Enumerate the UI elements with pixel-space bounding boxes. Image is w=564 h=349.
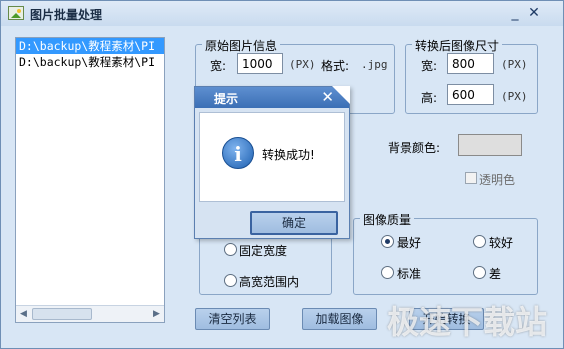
window-title: 图片批量处理 [30, 8, 103, 22]
file-list-item[interactable]: D:\backup\教程素材\PI [16, 54, 164, 70]
info-icon: i [222, 137, 254, 169]
load-image-button[interactable]: 加载图像 [302, 308, 377, 330]
app-image-icon [8, 6, 24, 20]
file-list-item[interactable]: D:\backup\教程素材\PI [16, 38, 164, 54]
quality-poor-label: 差 [489, 267, 502, 281]
original-width-field: 1000 [237, 53, 283, 74]
close-button[interactable]: ✕ [525, 4, 543, 22]
radio-within-range[interactable] [224, 274, 237, 287]
original-width-unit: (PX) [289, 58, 316, 71]
dialog-message: 转换成功! [262, 148, 315, 162]
quality-best-label: 最好 [397, 236, 422, 250]
message-dialog: 提示 ✕ i 转换成功! 确定 [194, 86, 350, 239]
minimize-button[interactable]: _ [506, 4, 524, 22]
background-color-label: 背景颜色: [388, 141, 441, 155]
dialog-body: i 转换成功! [199, 112, 345, 202]
radio-fixed-width[interactable] [224, 243, 237, 256]
radio-quality-good[interactable] [473, 235, 486, 248]
scrollbar-thumb[interactable] [32, 308, 92, 320]
within-range-label: 高宽范围内 [239, 275, 300, 289]
original-width-label: 宽: [210, 59, 227, 73]
dialog-ok-button[interactable]: 确定 [250, 211, 338, 235]
scroll-left-icon[interactable]: ◀ [16, 307, 31, 321]
transparent-checkbox[interactable] [465, 172, 477, 184]
transparent-label: 透明色 [479, 173, 516, 187]
title-bar[interactable]: 图片批量处理 _ ✕ [1, 1, 563, 26]
fixed-width-label: 固定宽度 [239, 244, 288, 258]
format-label: 格式: [321, 59, 350, 73]
dialog-title: 提示 [214, 92, 239, 106]
radio-quality-best[interactable] [381, 235, 394, 248]
format-value: .jpg [361, 58, 388, 71]
file-list[interactable]: D:\backup\教程素材\PI D:\backup\教程素材\PI ◀ ▶ [15, 37, 165, 323]
original-info-title: 原始图片信息 [202, 37, 281, 54]
resize-height-unit: (PX) [501, 90, 528, 103]
clear-list-button[interactable]: 清空列表 [195, 308, 270, 330]
resize-width-input[interactable]: 800 [447, 53, 494, 74]
quality-group-title: 图像质量 [360, 211, 415, 228]
quality-good-label: 较好 [489, 236, 514, 250]
resize-group-title: 转换后图像尺寸 [412, 37, 503, 54]
radio-quality-poor[interactable] [473, 266, 486, 279]
quality-group: 图像质量 [353, 211, 538, 295]
resize-width-label: 宽: [421, 59, 438, 73]
scroll-right-icon[interactable]: ▶ [149, 307, 164, 321]
resize-height-input[interactable]: 600 [447, 84, 494, 105]
dialog-corner-fold [332, 86, 350, 104]
radio-quality-standard[interactable] [381, 266, 394, 279]
resize-width-unit: (PX) [501, 58, 528, 71]
resize-height-label: 高: [421, 91, 438, 105]
background-color-swatch[interactable] [458, 134, 522, 156]
watermark-text: 极速下载站 [387, 303, 548, 341]
quality-standard-label: 标准 [397, 267, 422, 281]
horizontal-scrollbar[interactable]: ◀ ▶ [16, 305, 164, 322]
main-window: 图片批量处理 _ ✕ D:\backup\教程素材\PI D:\backup\教… [0, 0, 564, 349]
dialog-title-bar[interactable]: 提示 ✕ [195, 87, 349, 108]
